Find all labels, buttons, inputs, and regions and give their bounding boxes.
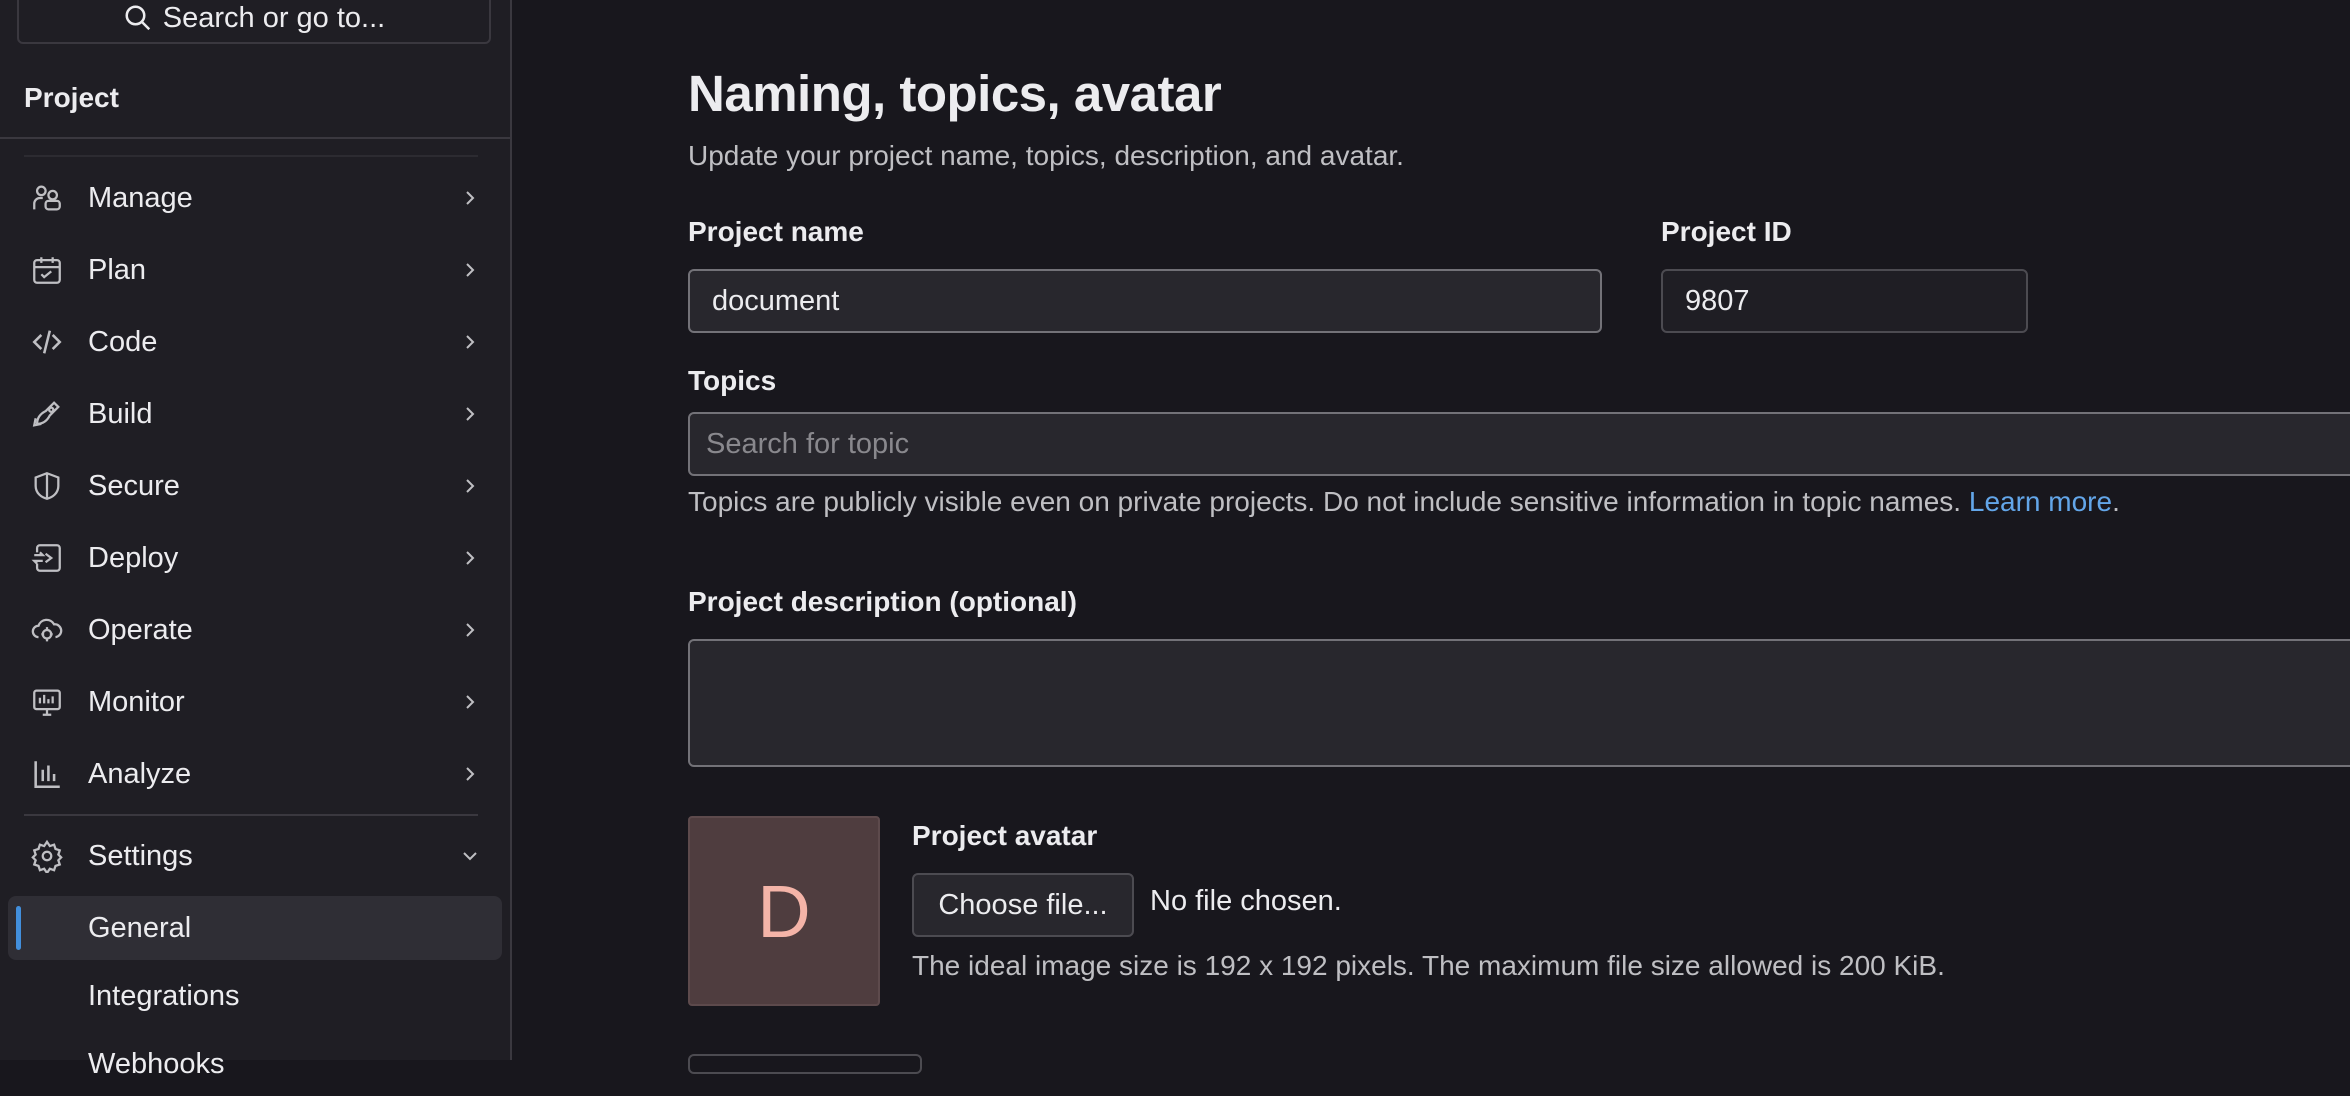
choose-file-button[interactable]: Choose file...	[912, 873, 1134, 937]
sidebar-item-label: Operate	[88, 613, 193, 646]
divider	[24, 814, 478, 816]
divider	[0, 137, 510, 139]
topics-label: Topics	[688, 365, 777, 396]
chevron-right-icon	[466, 623, 475, 637]
file-status: No file chosen.	[1150, 885, 1342, 917]
chevron-right-icon	[466, 695, 475, 709]
users-icon	[33, 185, 61, 211]
project-description-textarea[interactable]	[688, 639, 2350, 767]
sidebar-item-label: Analyze	[88, 757, 192, 790]
project-id-label: Project ID	[1661, 216, 1792, 247]
shield-icon	[34, 472, 60, 500]
chevron-right-icon	[466, 551, 475, 565]
sidebar-item-settings[interactable]: Settings	[0, 826, 510, 886]
chart-icon	[34, 761, 60, 789]
chevron-right-icon	[466, 191, 475, 205]
page-subtitle: Update your project name, topics, descri…	[688, 140, 1404, 171]
sidebar-subitem-integrations[interactable]: Integrations	[8, 964, 502, 1028]
topics-placeholder: Search for topic	[706, 427, 910, 460]
divider	[24, 155, 478, 157]
section-title: Project	[24, 82, 119, 113]
project-avatar-label: Project avatar	[912, 820, 1098, 851]
chevron-right-icon	[466, 479, 475, 493]
search-button[interactable]: Search or go to...	[17, 0, 491, 44]
cloud-gear-icon	[31, 618, 63, 642]
sidebar-item-label: Code	[88, 325, 158, 358]
project-name-label: Project name	[688, 216, 864, 247]
sidebar-item-label: Manage	[88, 181, 193, 214]
sidebar-item-label: Deploy	[88, 541, 179, 574]
sidebar-item-operate[interactable]: Operate	[0, 600, 510, 660]
avatar: D	[688, 816, 880, 1006]
gear-icon	[31, 839, 63, 873]
sidebar: Search or go to... Project Manage Plan C…	[0, 0, 512, 1080]
chevron-right-icon	[466, 335, 475, 349]
sidebar-subitem-label: General	[88, 911, 192, 944]
project-id-value: 9807	[1685, 284, 1750, 317]
search-label: Search or go to...	[162, 1, 386, 34]
sidebar-item-analyze[interactable]: Analyze	[0, 744, 510, 804]
sidebar-item-label: Build	[88, 397, 153, 430]
sidebar-item-label: Settings	[88, 839, 193, 872]
sidebar-subitem-general[interactable]: General	[8, 896, 502, 960]
main-content: Naming, topics, avatar Update your proje…	[512, 0, 2350, 1074]
chevron-right-icon	[466, 407, 475, 421]
chevron-right-icon	[466, 767, 475, 781]
sidebar-subitem-label: Integrations	[88, 979, 240, 1012]
sidebar-item-build[interactable]: Build	[0, 384, 510, 444]
remove-avatar-button[interactable]	[688, 1054, 922, 1074]
sidebar-item-deploy[interactable]: Deploy	[0, 528, 510, 588]
sidebar-item-manage[interactable]: Manage	[0, 168, 510, 228]
sidebar-subitem-label: Webhooks	[88, 1047, 225, 1080]
learn-more-link[interactable]: Learn more	[1969, 486, 2112, 517]
topics-help-end: .	[2112, 486, 2120, 517]
active-indicator	[16, 906, 21, 950]
sidebar-subitem-webhooks[interactable]: Webhooks	[8, 1032, 502, 1096]
project-id-field[interactable]: 9807	[1661, 269, 2028, 333]
calendar-icon	[33, 257, 61, 284]
topics-search-input[interactable]: Search for topic	[688, 412, 2350, 476]
topics-help: Topics are publicly visible even on priv…	[688, 486, 2120, 518]
sidebar-item-secure[interactable]: Secure	[0, 456, 510, 516]
sidebar-item-label: Monitor	[88, 685, 185, 718]
page-title: Naming, topics, avatar	[688, 65, 1222, 122]
code-icon	[32, 330, 62, 354]
deploy-icon	[31, 544, 61, 572]
chevron-right-icon	[466, 263, 475, 277]
project-description-label: Project description (optional)	[688, 586, 1077, 617]
project-name-value: document	[712, 284, 840, 317]
search-icon	[125, 5, 150, 31]
rocket-icon	[32, 401, 60, 427]
sidebar-item-code[interactable]: Code	[0, 312, 510, 372]
sidebar-item-plan[interactable]: Plan	[0, 240, 510, 300]
avatar-help: The ideal image size is 192 x 192 pixels…	[912, 950, 1945, 981]
avatar-initial: D	[757, 869, 811, 953]
topics-help-text: Topics are publicly visible even on priv…	[688, 486, 1962, 517]
sidebar-item-label: Plan	[88, 253, 147, 286]
monitor-icon	[33, 689, 61, 716]
project-name-input[interactable]: document	[688, 269, 1602, 333]
sidebar-item-monitor[interactable]: Monitor	[0, 672, 510, 732]
sidebar-item-label: Secure	[88, 469, 180, 502]
chevron-down-icon	[463, 852, 477, 861]
